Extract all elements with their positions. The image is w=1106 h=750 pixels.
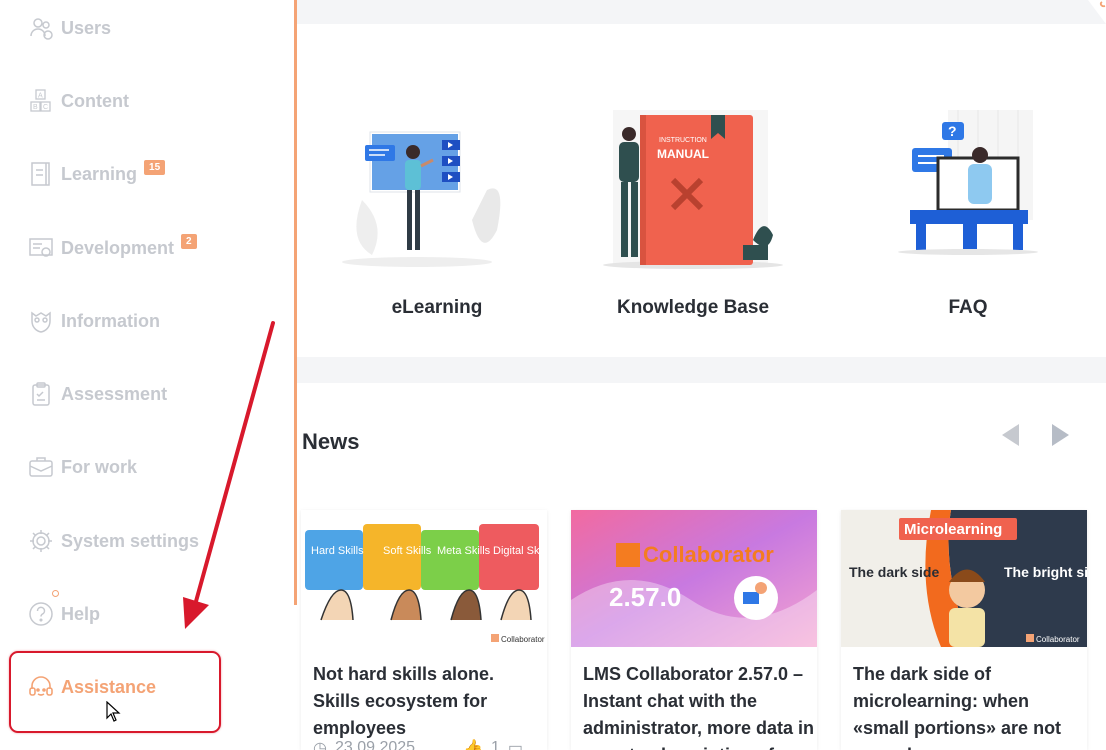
information-icon: [28, 308, 54, 334]
news-thumbnail: Hard Skills Soft Skills Meta Skills Digi…: [301, 510, 547, 647]
svg-text:B: B: [33, 104, 38, 111]
prev-arrow-icon[interactable]: [999, 420, 1023, 450]
sidebar-item-information[interactable]: Information: [28, 306, 160, 336]
like-count: 1: [490, 739, 500, 750]
news-card[interactable]: Microlearning The dark side The bright s…: [841, 510, 1087, 750]
sidebar-item-system-settings[interactable]: System settings: [28, 526, 199, 556]
svg-text:C: C: [43, 104, 48, 111]
news-card-title: LMS Collaborator 2.57.0 – Instant chat w…: [583, 664, 815, 750]
svg-text:Hard Skills: Hard Skills: [311, 545, 364, 557]
assessment-icon: [28, 381, 54, 407]
knowledge-base-illustration: INSTRUCTION MANUAL: [603, 110, 783, 269]
gear-icon: [28, 528, 54, 554]
news-heading: News: [302, 429, 360, 454]
svg-text:?: ?: [948, 123, 957, 139]
tile-label: eLearning: [391, 297, 483, 318]
news-thumbnail: Collaborator 2.57.0: [571, 510, 817, 647]
corner-decoration: [1088, 0, 1106, 24]
svg-text:INSTRUCTION: INSTRUCTION: [659, 137, 707, 144]
news-card-title: Not hard skills alone. Skills ecosystem …: [313, 664, 495, 738]
sidebar-item-assessment[interactable]: Assessment: [28, 379, 167, 409]
svg-text:A: A: [38, 93, 43, 100]
svg-text:The dark side: The dark side: [849, 564, 939, 580]
notification-badge: 2: [181, 233, 197, 249]
news-date: 23.09.2025: [334, 739, 416, 750]
svg-text:Digital Skills: Digital Skills: [493, 545, 547, 557]
clock-icon: ◷: [313, 740, 327, 750]
help-icon: [28, 601, 54, 627]
news-card[interactable]: Hard Skills Soft Skills Meta Skills Digi…: [301, 510, 547, 750]
svg-text:Microlearning: Microlearning: [904, 521, 1002, 538]
svg-text:Collaborator: Collaborator: [1036, 635, 1080, 644]
svg-text:MANUAL: MANUAL: [657, 147, 709, 161]
next-arrow-icon[interactable]: [1048, 420, 1072, 450]
sidebar-item-label: Learning: [61, 163, 138, 184]
learning-icon: [28, 161, 54, 187]
tile-knowledge-base[interactable]: INSTRUCTION MANUAL Knowledge Base: [593, 100, 793, 318]
development-icon: [28, 235, 54, 261]
elearning-illustration: [342, 131, 501, 267]
svg-text:Soft Skills: Soft Skills: [383, 545, 432, 557]
sidebar: Users ABC Content Learning 15 Developmen…: [0, 0, 297, 750]
faq-illustration: ?: [898, 110, 1038, 255]
sidebar-item-label: Information: [61, 310, 160, 331]
tile-faq[interactable]: ? FAQ: [868, 100, 1068, 318]
svg-text:2.57.0: 2.57.0: [609, 582, 681, 612]
mouse-cursor-icon: [106, 701, 121, 722]
sidebar-item-help[interactable]: Help: [28, 599, 100, 629]
sidebar-item-label: Assessment: [61, 383, 168, 404]
news-meta: ◷ 23.09.2025 👍 1 ▭: [313, 738, 523, 750]
for-work-icon: [28, 454, 54, 480]
users-icon: [28, 15, 54, 41]
news-card[interactable]: Collaborator 2.57.0 LMS Collaborator 2.5…: [571, 510, 817, 750]
top-strip: [297, 0, 1106, 24]
content-icon: ABC: [28, 88, 54, 114]
section-divider: [297, 357, 1106, 383]
sidebar-item-label: Help: [61, 603, 101, 624]
tile-label: FAQ: [948, 297, 988, 318]
sidebar-item-label: Users: [61, 17, 112, 38]
sidebar-item-label: Content: [61, 90, 129, 111]
annotation-arrow: [183, 321, 275, 629]
svg-text:Collaborator: Collaborator: [643, 542, 774, 567]
tile-label: Knowledge Base: [616, 297, 770, 318]
sidebar-item-users[interactable]: Users: [28, 13, 111, 43]
like-icon[interactable]: 👍: [463, 738, 483, 750]
news-thumbnail: Microlearning The dark side The bright s…: [841, 510, 1087, 647]
sidebar-item-development[interactable]: Development 2: [28, 233, 197, 263]
svg-text:Collaborator: Collaborator: [501, 635, 545, 644]
main-content: eLearning INSTRUCTION MANUAL Knowledge B…: [297, 0, 1106, 750]
sidebar-item-content[interactable]: ABC Content: [28, 86, 129, 116]
news-card-title: The dark side of microlearning: when «sm…: [853, 664, 1062, 750]
sidebar-item-label: For work: [61, 456, 138, 477]
notification-badge: 15: [144, 159, 166, 175]
help-notification-dot: [52, 590, 59, 597]
comment-icon[interactable]: ▭: [508, 738, 523, 750]
sidebar-item-for-work[interactable]: For work: [28, 452, 137, 482]
sidebar-item-label: Development: [61, 237, 175, 258]
svg-text:The bright side: The bright side: [1004, 564, 1087, 580]
sidebar-item-learning[interactable]: Learning 15: [28, 159, 166, 189]
tile-elearning[interactable]: eLearning: [337, 100, 537, 318]
svg-text:Meta Skills: Meta Skills: [437, 545, 491, 557]
